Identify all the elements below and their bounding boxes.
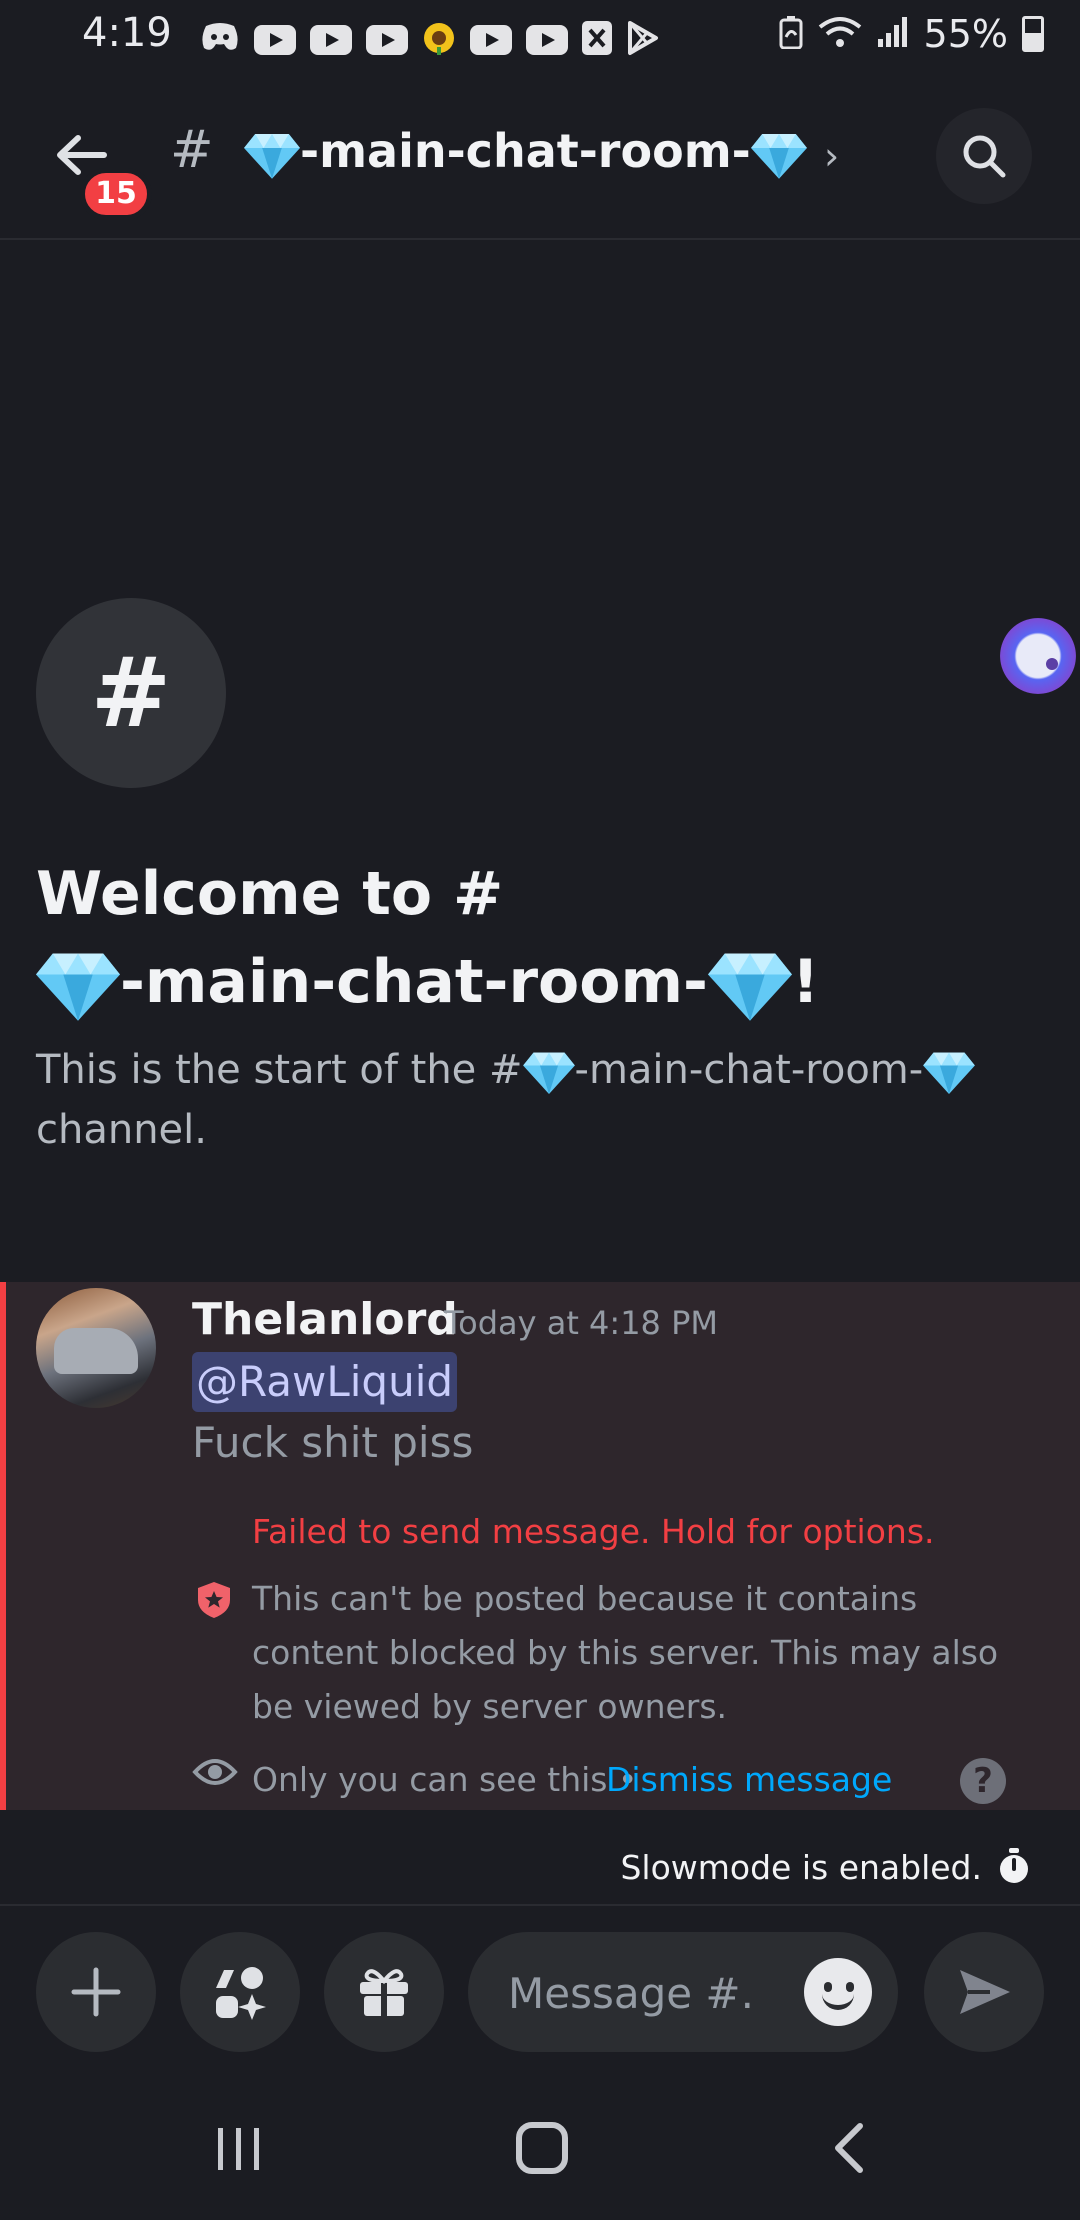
search-icon — [963, 135, 1006, 178]
slowmode-bar: Slowmode is enabled. — [0, 1820, 1080, 1906]
channel-name: -main-chat-room- — [300, 124, 751, 178]
status-time: 4:19 — [82, 10, 172, 56]
play-store-icon — [626, 20, 660, 60]
channel-hash-icon: # — [170, 120, 214, 180]
gem-icon — [923, 1050, 975, 1094]
home-icon[interactable] — [516, 2122, 568, 2174]
chevron-right-icon[interactable]: › — [824, 134, 839, 178]
automod-shield-icon — [198, 1582, 230, 1618]
gift-icon — [360, 1969, 408, 2016]
welcome-title-line1: Welcome to # — [36, 859, 504, 929]
eye-icon — [192, 1759, 238, 1785]
slowmode-text: Slowmode is enabled. — [620, 1848, 982, 1887]
signal-icon — [876, 15, 910, 53]
youtube-icon — [470, 25, 512, 55]
plus-icon — [71, 1967, 121, 2017]
channel-header: 15 # -main-chat-room- › — [0, 90, 1080, 240]
blocked-notice: This can't be posted because it contains… — [252, 1579, 999, 1726]
channel-icon: # — [36, 598, 226, 788]
battery-icon — [1022, 16, 1044, 52]
welcome-desc-suffix: channel. — [36, 1107, 207, 1153]
help-icon[interactable]: ? — [960, 1758, 1006, 1804]
failed-message[interactable]: Thelanlord Today at 4:18 PM @RawLiquid F… — [0, 1282, 1080, 1810]
welcome-channel-name: -main-chat-room- — [120, 947, 708, 1017]
sunflower-icon — [422, 21, 456, 59]
welcome-exclamation: ! — [791, 947, 820, 1017]
ephemeral-note: Only you can see this • — [252, 1760, 638, 1799]
emoji-picker-icon[interactable] — [804, 1958, 872, 2026]
status-bar: 4:19 55% — [0, 0, 1080, 76]
message-timestamp: Today at 4:18 PM — [444, 1304, 718, 1342]
apps-button[interactable] — [180, 1932, 300, 2052]
system-status: 55% — [778, 12, 1044, 56]
gem-icon — [708, 949, 792, 1021]
youtube-icon — [366, 25, 408, 55]
recent-apps-icon[interactable] — [214, 2124, 264, 2174]
send-error-text: Failed to send message. Hold for options… — [252, 1512, 935, 1551]
battery-percent: 55% — [923, 12, 1008, 56]
channel-title[interactable]: -main-chat-room- — [244, 124, 807, 179]
unread-badge: 15 — [80, 168, 152, 220]
avatar[interactable] — [36, 1288, 156, 1408]
welcome-title-line2: -main-chat-room-! — [36, 938, 1036, 1026]
message-username[interactable]: Thelanlord — [192, 1294, 458, 1345]
youtube-icon — [310, 25, 352, 55]
attach-button[interactable] — [36, 1932, 156, 2052]
system-nav-bar — [0, 2080, 1080, 2220]
message-text: Fuck shit piss — [192, 1418, 474, 1467]
welcome-description: This is the start of the # -main-chat-roo… — [36, 1040, 1046, 1160]
send-icon — [960, 1970, 1010, 2014]
user-mention[interactable]: @RawLiquid — [192, 1352, 458, 1412]
stopwatch-icon — [1000, 1848, 1028, 1883]
gem-icon — [751, 131, 807, 179]
send-button[interactable] — [924, 1932, 1044, 2052]
welcome-title: Welcome to # -main-chat-room-! — [36, 850, 1036, 1026]
search-button[interactable] — [936, 108, 1032, 204]
gem-icon — [36, 949, 120, 1021]
x-icon — [582, 21, 612, 59]
welcome-desc-prefix: This is the start of the # — [36, 1047, 523, 1093]
gem-icon — [244, 131, 300, 179]
discord-icon — [200, 22, 240, 58]
back-nav-icon[interactable] — [830, 2120, 870, 2176]
apps-icon — [216, 1967, 266, 2020]
youtube-icon — [254, 25, 296, 55]
welcome-desc-channel: -main-chat-room- — [574, 1047, 924, 1093]
error-indicator-bar — [0, 1282, 6, 1810]
dismiss-message-link[interactable]: Dismiss message — [606, 1760, 892, 1799]
message-input[interactable] — [506, 1962, 760, 2024]
youtube-icon — [526, 25, 568, 55]
wifi-icon — [818, 15, 862, 53]
floating-assistant-bubble[interactable] — [1000, 618, 1076, 694]
battery-saver-icon — [778, 15, 804, 53]
gift-button[interactable] — [324, 1932, 444, 2052]
message-composer[interactable] — [468, 1932, 898, 2052]
notification-icons — [200, 20, 660, 60]
gem-icon — [523, 1050, 575, 1094]
